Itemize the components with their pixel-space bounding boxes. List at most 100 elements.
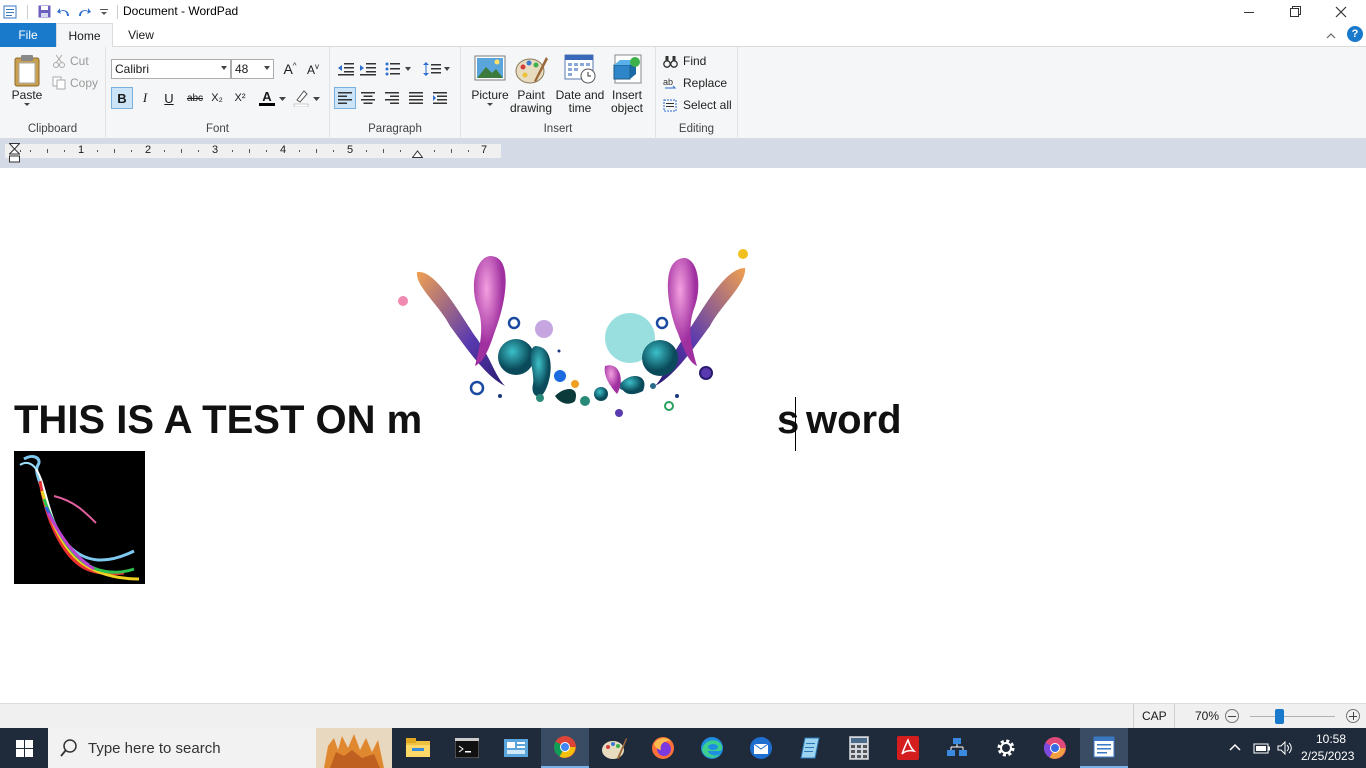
taskbar-search-box[interactable]: Type here to search [48, 728, 392, 768]
line-spacing-button[interactable] [421, 58, 453, 80]
ruler-number: 1 [78, 144, 85, 156]
undo-icon[interactable] [54, 0, 74, 23]
find-button[interactable]: Find [663, 54, 706, 68]
paragraph-group: Paragraph [330, 47, 461, 139]
paint-palette-icon [515, 57, 548, 84]
battery-icon[interactable] [1253, 740, 1271, 759]
thunderbird-icon[interactable] [737, 728, 785, 768]
strikethrough-button[interactable]: abc [182, 87, 208, 109]
editing-group: Find ab Replace Select all Editing [656, 47, 738, 139]
insert-object-button[interactable]: Insert object [606, 53, 648, 115]
indent-marker-icon[interactable] [9, 143, 20, 165]
customize-quick-access-icon[interactable] [94, 0, 114, 23]
paste-label: Paste [11, 88, 43, 102]
document-text-line-left: THIS IS A TEST ON m [14, 398, 423, 442]
notepad-icon[interactable] [786, 728, 834, 768]
command-prompt-icon[interactable] [443, 728, 491, 768]
start-button[interactable] [0, 728, 48, 768]
file-explorer-icon[interactable] [394, 728, 442, 768]
font-group: Calibri 48 A^ Av B I U abc X₂ X² A Font [106, 47, 330, 139]
quick-access-toolbar [0, 0, 114, 23]
copy-icon [52, 76, 66, 90]
justify-button[interactable] [405, 87, 427, 109]
italic-button[interactable]: I [134, 87, 156, 109]
insert-object-icon [613, 54, 642, 84]
redo-icon[interactable] [74, 0, 94, 23]
bullets-button[interactable] [383, 58, 415, 80]
document-area[interactable]: THIS IS A TEST ON m s word [0, 168, 1366, 703]
color-swatch [259, 102, 275, 106]
grow-font-button[interactable]: A^ [279, 58, 301, 80]
splash-graphic-image[interactable] [395, 246, 765, 418]
zoom-out-button[interactable] [1225, 709, 1239, 723]
select-all-button[interactable]: Select all [663, 98, 732, 112]
separator [20, 4, 28, 19]
clock-time[interactable]: 10:58 [1316, 732, 1346, 746]
acrobat-reader-icon[interactable] [884, 728, 932, 768]
copy-button[interactable]: Copy [52, 76, 98, 90]
clipboard-group: Paste Cut Copy Clipboard [0, 47, 106, 139]
phoenix-bird-image[interactable] [14, 451, 145, 584]
bullet-list-icon [385, 62, 411, 76]
font-color-button[interactable]: A [256, 87, 278, 109]
tab-file[interactable]: File [0, 23, 56, 47]
align-left-button[interactable] [334, 87, 356, 109]
right-indent-marker-icon[interactable] [412, 149, 423, 158]
volume-icon[interactable] [1276, 739, 1294, 760]
cut-button[interactable]: Cut [52, 54, 89, 68]
underline-button[interactable]: U [158, 87, 180, 109]
calculator-icon[interactable] [835, 728, 883, 768]
settings-icon[interactable] [982, 728, 1030, 768]
edge-icon[interactable] [688, 728, 736, 768]
shrink-font-button[interactable]: Av [302, 58, 324, 80]
chrome-icon[interactable] [541, 728, 589, 768]
highlight-color-button[interactable] [290, 87, 312, 109]
firefox-icon[interactable] [639, 728, 687, 768]
clock-date[interactable]: 2/25/2023 [1301, 749, 1354, 763]
minimize-ribbon-icon[interactable] [1326, 29, 1336, 43]
close-button[interactable] [1318, 0, 1364, 23]
bold-button[interactable]: B [111, 87, 133, 109]
paint-drawing-button[interactable]: Paint drawing [508, 53, 554, 115]
align-center-icon [361, 92, 375, 104]
help-icon[interactable]: ? [1347, 26, 1363, 42]
picture-button[interactable]: Picture [466, 53, 514, 108]
tab-view[interactable]: View [113, 23, 169, 47]
search-icon [60, 739, 77, 757]
ruler: 1 2 3 4 5 7 [0, 139, 1366, 168]
restore-button[interactable] [1272, 0, 1318, 23]
align-left-icon [338, 92, 352, 104]
paint-icon[interactable] [590, 728, 638, 768]
network-app-icon[interactable] [933, 728, 981, 768]
align-right-button[interactable] [381, 87, 403, 109]
increase-indent-button[interactable] [357, 58, 379, 80]
copy-label: Copy [70, 76, 99, 90]
control-panel-icon[interactable] [492, 728, 540, 768]
superscript-button[interactable]: X² [229, 87, 251, 109]
font-family-select[interactable]: Calibri [111, 59, 231, 79]
wordpad-taskbar-icon[interactable] [1080, 728, 1128, 768]
paragraph-group-label: Paragraph [368, 123, 422, 135]
chevron-down-icon [264, 66, 270, 70]
zoom-slider-track[interactable] [1250, 716, 1335, 717]
subscript-button[interactable]: X₂ [206, 87, 228, 109]
line-spacing-icon [423, 62, 450, 76]
replace-button[interactable]: ab Replace [663, 76, 727, 90]
show-hidden-icons-icon[interactable] [1228, 741, 1242, 755]
minimize-button[interactable] [1226, 0, 1272, 23]
align-center-button[interactable] [357, 87, 379, 109]
separator [117, 5, 118, 19]
date-time-button[interactable]: Date and time [554, 53, 606, 115]
decrease-indent-button[interactable] [335, 58, 357, 80]
insert-group-label: Insert [543, 123, 573, 135]
paragraph-settings-button[interactable] [429, 87, 451, 109]
tab-home[interactable]: Home [56, 23, 113, 48]
zoom-slider-thumb[interactable] [1275, 709, 1284, 724]
paste-button[interactable]: Paste [8, 53, 46, 108]
zoom-in-button[interactable] [1346, 709, 1360, 723]
chromium-app-icon[interactable] [1031, 728, 1079, 768]
justify-icon [409, 92, 423, 104]
save-icon[interactable] [34, 0, 54, 23]
font-size-select[interactable]: 48 [231, 59, 274, 79]
wordpad-app-icon[interactable] [0, 0, 20, 23]
